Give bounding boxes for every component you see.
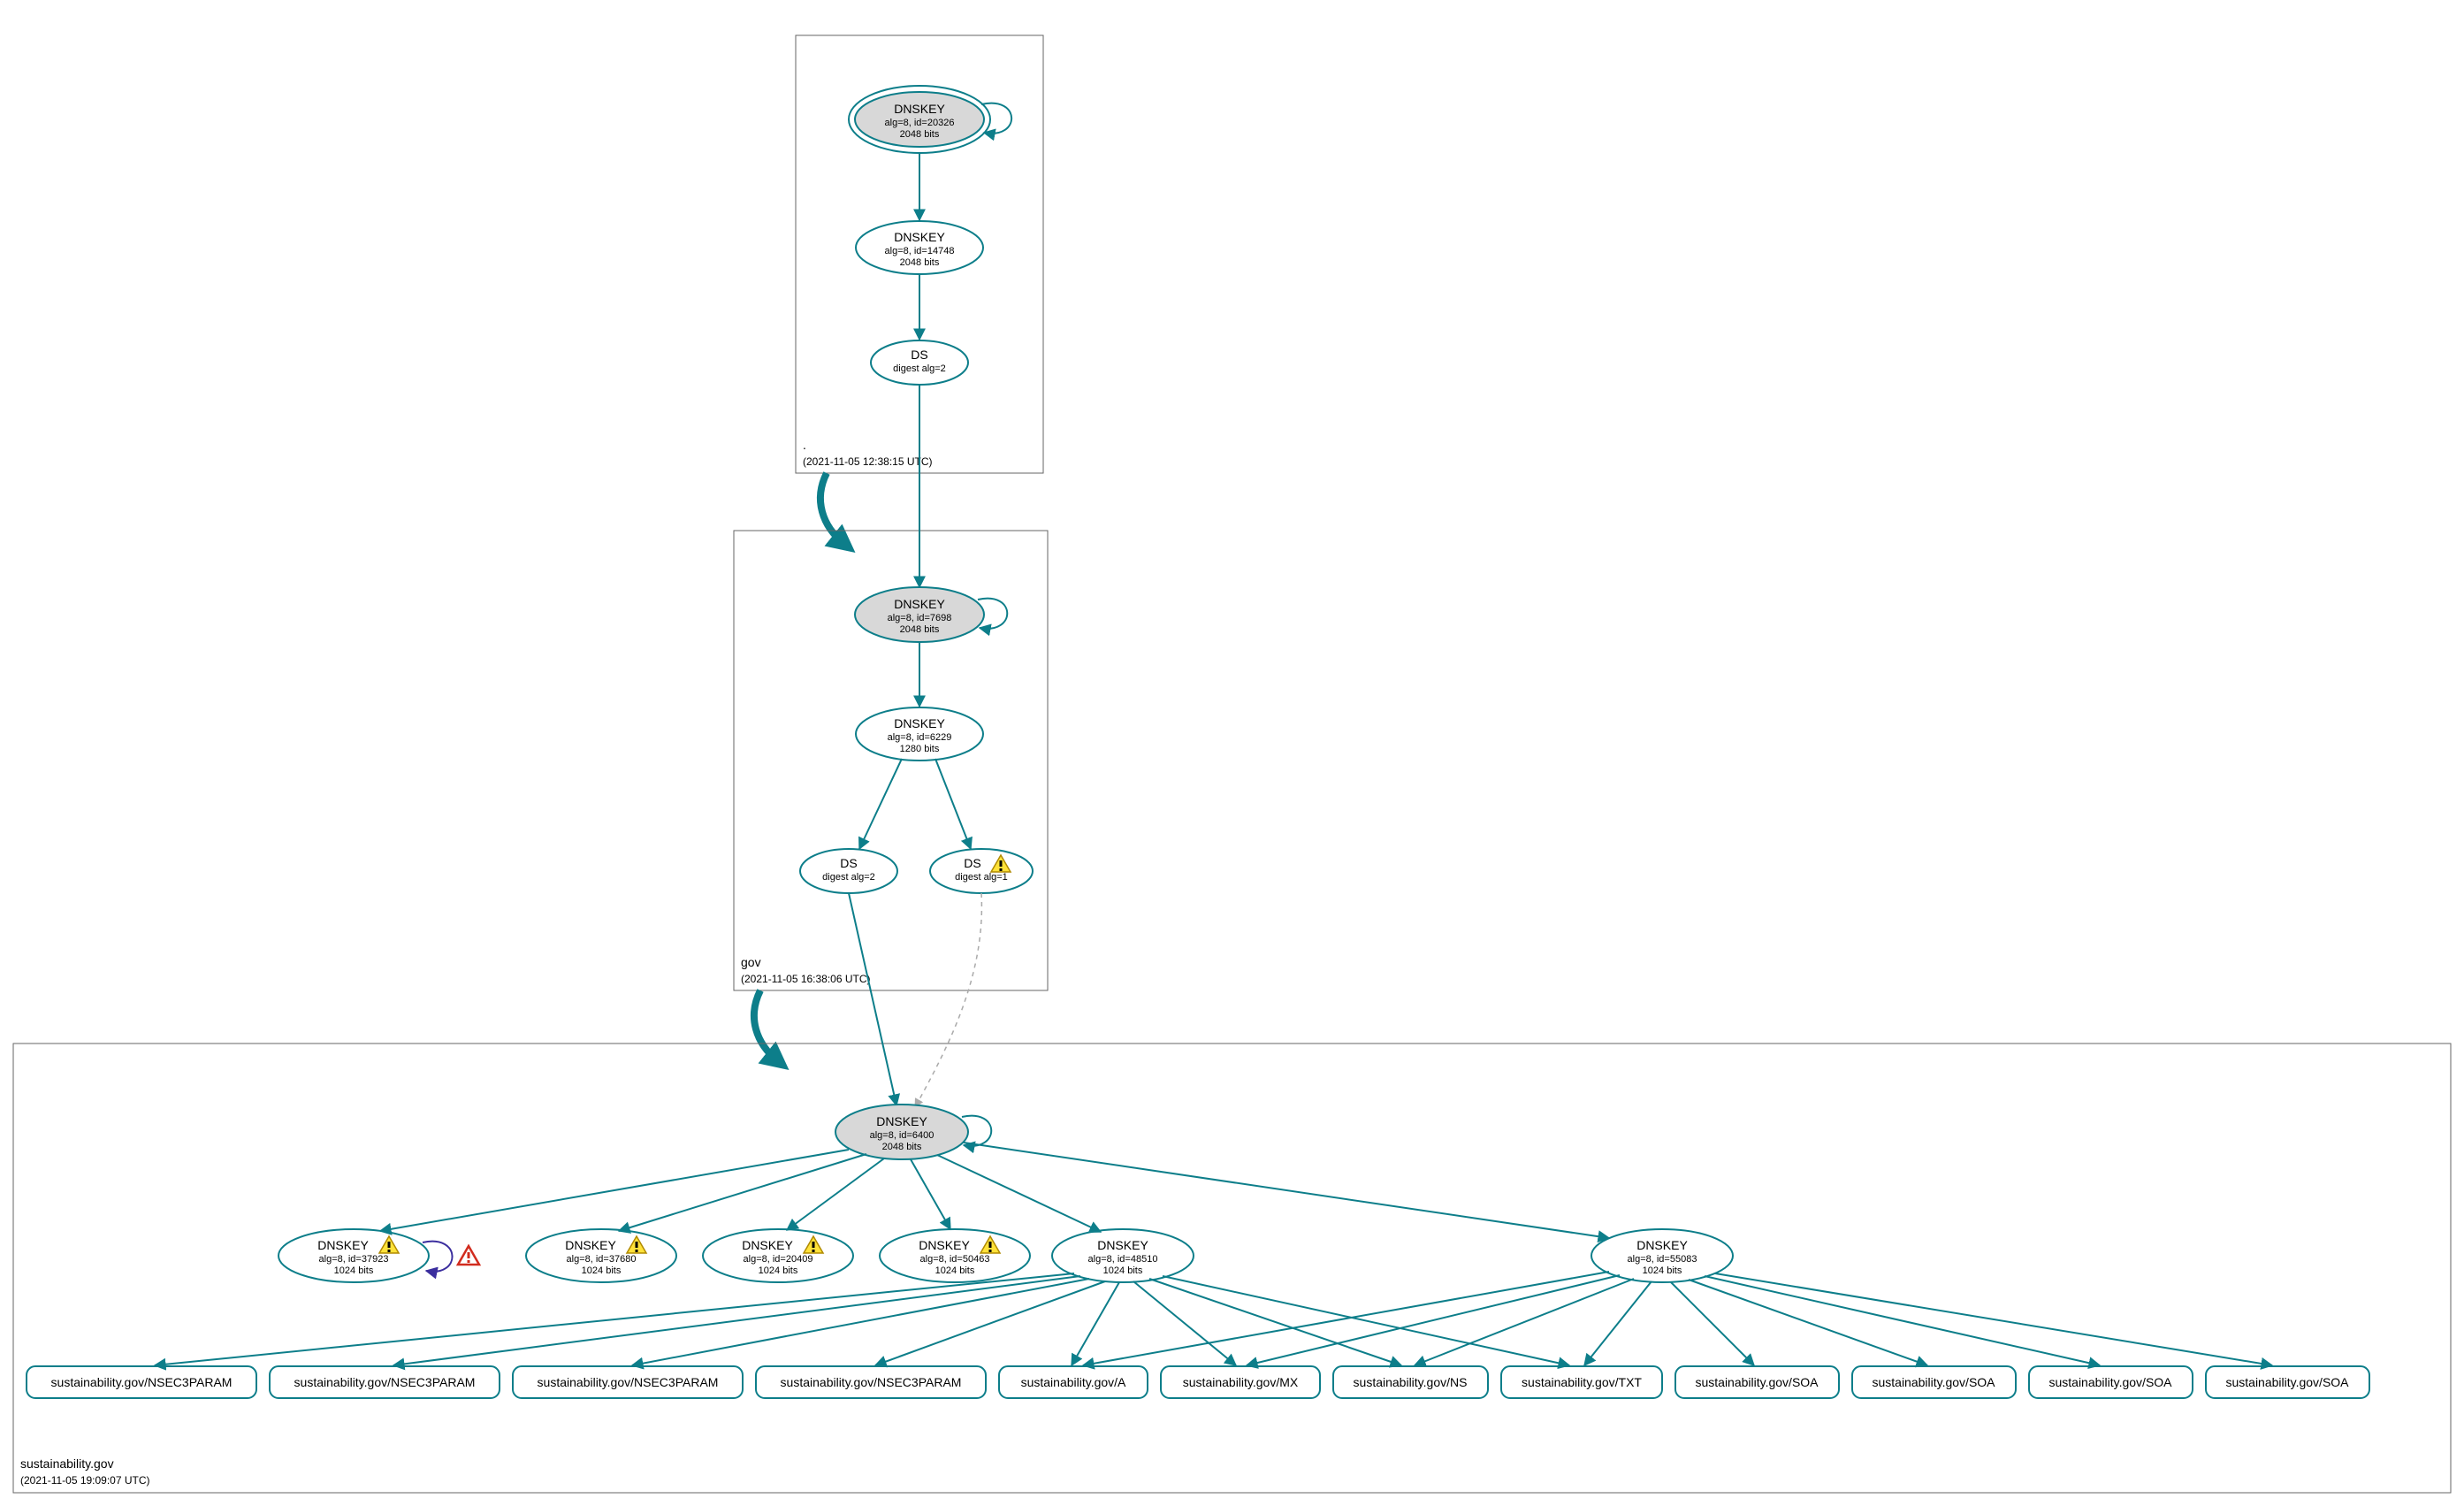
- svg-text:DNSKEY: DNSKEY: [1097, 1238, 1148, 1252]
- zone-gov: gov (2021-11-05 16:38:06 UTC) DNSKEY alg…: [734, 385, 1048, 990]
- rrset-label: sustainability.gov/SOA: [2048, 1375, 2172, 1389]
- svg-text:alg=8, id=20409: alg=8, id=20409: [744, 1254, 813, 1265]
- svg-text:alg=8, id=6400: alg=8, id=6400: [870, 1130, 934, 1141]
- zone-sust: sustainability.gov (2021-11-05 19:09:07 …: [13, 893, 2451, 1493]
- svg-text:alg=8, id=55083: alg=8, id=55083: [1628, 1254, 1697, 1265]
- rrset-label: sustainability.gov/SOA: [1872, 1375, 1995, 1389]
- zone-root-timestamp: (2021-11-05 12:38:15 UTC): [803, 455, 933, 468]
- dnssec-diagram: . (2021-11-05 12:38:15 UTC) DNSKEY alg=8…: [0, 0, 2464, 1506]
- svg-text:alg=8, id=37923: alg=8, id=37923: [319, 1254, 389, 1265]
- svg-text:2048 bits: 2048 bits: [882, 1142, 922, 1152]
- rrset-label: sustainability.gov/SOA: [1695, 1375, 1819, 1389]
- svg-text:1024 bits: 1024 bits: [759, 1265, 798, 1276]
- node-gov-ds2: DS digest alg=2: [800, 849, 897, 893]
- zone-gov-timestamp: (2021-11-05 16:38:06 UTC): [741, 973, 871, 985]
- svg-text:1024 bits: 1024 bits: [1643, 1265, 1682, 1276]
- svg-text:DS: DS: [840, 856, 857, 870]
- node-root-ds: DS digest alg=2: [871, 340, 968, 385]
- node-gov-ksk: DNSKEY alg=8, id=7698 2048 bits: [855, 587, 1007, 642]
- svg-text:digest alg=1: digest alg=1: [955, 872, 1008, 883]
- svg-text:alg=8, id=48510: alg=8, id=48510: [1088, 1254, 1158, 1265]
- node-gov-ds1: DS digest alg=1: [930, 849, 1033, 893]
- node-sust-ksk: DNSKEY alg=8, id=6400 2048 bits: [835, 1105, 991, 1159]
- rrset-label: sustainability.gov/MX: [1183, 1375, 1299, 1389]
- rrset-label: sustainability.gov/NSEC3PARAM: [538, 1375, 719, 1389]
- node-sust-k20409: DNSKEY alg=8, id=20409 1024 bits: [703, 1229, 853, 1282]
- svg-text:alg=8, id=14748: alg=8, id=14748: [885, 246, 955, 256]
- svg-text:1024 bits: 1024 bits: [935, 1265, 975, 1276]
- svg-text:DNSKEY: DNSKEY: [1636, 1238, 1688, 1252]
- svg-text:DS: DS: [964, 856, 980, 870]
- rrset-row: sustainability.gov/NSEC3PARAM sustainabi…: [27, 1366, 2369, 1398]
- svg-text:1024 bits: 1024 bits: [582, 1265, 622, 1276]
- delegation-arrow-gov-sust: [754, 990, 778, 1061]
- error-icon: [458, 1246, 479, 1265]
- svg-text:2048 bits: 2048 bits: [900, 624, 940, 635]
- node-root-ksk: DNSKEY alg=8, id=20326 2048 bits: [849, 86, 1011, 153]
- rrset-label: sustainability.gov/NS: [1354, 1375, 1468, 1389]
- rrset-label: sustainability.gov/A: [1021, 1375, 1126, 1389]
- svg-text:alg=8, id=37680: alg=8, id=37680: [567, 1254, 637, 1265]
- svg-text:alg=8, id=6229: alg=8, id=6229: [888, 732, 952, 743]
- rrset-label: sustainability.gov/NSEC3PARAM: [51, 1375, 233, 1389]
- svg-text:DNSKEY: DNSKEY: [565, 1238, 616, 1252]
- delegation-arrow-root-gov: [820, 473, 844, 544]
- zone-gov-label: gov: [741, 955, 761, 969]
- svg-text:1280 bits: 1280 bits: [900, 744, 940, 754]
- zone-root-label: .: [803, 438, 806, 452]
- svg-text:DNSKEY: DNSKEY: [894, 597, 945, 611]
- svg-text:DNSKEY: DNSKEY: [742, 1238, 793, 1252]
- node-sust-k37923: DNSKEY alg=8, id=37923 1024 bits: [278, 1229, 479, 1282]
- svg-text:DNSKEY: DNSKEY: [919, 1238, 970, 1252]
- rrset-label: sustainability.gov/TXT: [1522, 1375, 1642, 1389]
- svg-text:alg=8, id=7698: alg=8, id=7698: [888, 613, 952, 623]
- svg-text:1024 bits: 1024 bits: [1103, 1265, 1143, 1276]
- svg-text:DS: DS: [911, 348, 927, 362]
- node-root-zsk: DNSKEY alg=8, id=14748 2048 bits: [856, 221, 983, 274]
- svg-text:alg=8, id=50463: alg=8, id=50463: [920, 1254, 990, 1265]
- svg-text:DNSKEY: DNSKEY: [894, 230, 945, 244]
- svg-text:digest alg=2: digest alg=2: [893, 363, 946, 374]
- node-sust-k55083: DNSKEY alg=8, id=55083 1024 bits: [1591, 1229, 1733, 1282]
- node-sust-k50463: DNSKEY alg=8, id=50463 1024 bits: [880, 1229, 1030, 1282]
- svg-text:2048 bits: 2048 bits: [900, 257, 940, 268]
- rrset-label: sustainability.gov/NSEC3PARAM: [294, 1375, 476, 1389]
- zone-sust-timestamp: (2021-11-05 19:09:07 UTC): [20, 1474, 150, 1487]
- rrset-label: sustainability.gov/SOA: [2225, 1375, 2349, 1389]
- node-gov-zsk: DNSKEY alg=8, id=6229 1280 bits: [856, 707, 983, 761]
- node-sust-k37680: DNSKEY alg=8, id=37680 1024 bits: [526, 1229, 676, 1282]
- svg-text:1024 bits: 1024 bits: [334, 1265, 374, 1276]
- svg-text:DNSKEY: DNSKEY: [894, 102, 945, 116]
- svg-text:DNSKEY: DNSKEY: [317, 1238, 369, 1252]
- rrset-label: sustainability.gov/NSEC3PARAM: [781, 1375, 962, 1389]
- svg-text:DNSKEY: DNSKEY: [894, 716, 945, 730]
- svg-text:2048 bits: 2048 bits: [900, 129, 940, 140]
- svg-text:alg=8, id=20326: alg=8, id=20326: [885, 118, 955, 128]
- svg-text:DNSKEY: DNSKEY: [876, 1114, 927, 1128]
- svg-text:digest alg=2: digest alg=2: [822, 872, 875, 883]
- zone-sust-label: sustainability.gov: [20, 1456, 114, 1471]
